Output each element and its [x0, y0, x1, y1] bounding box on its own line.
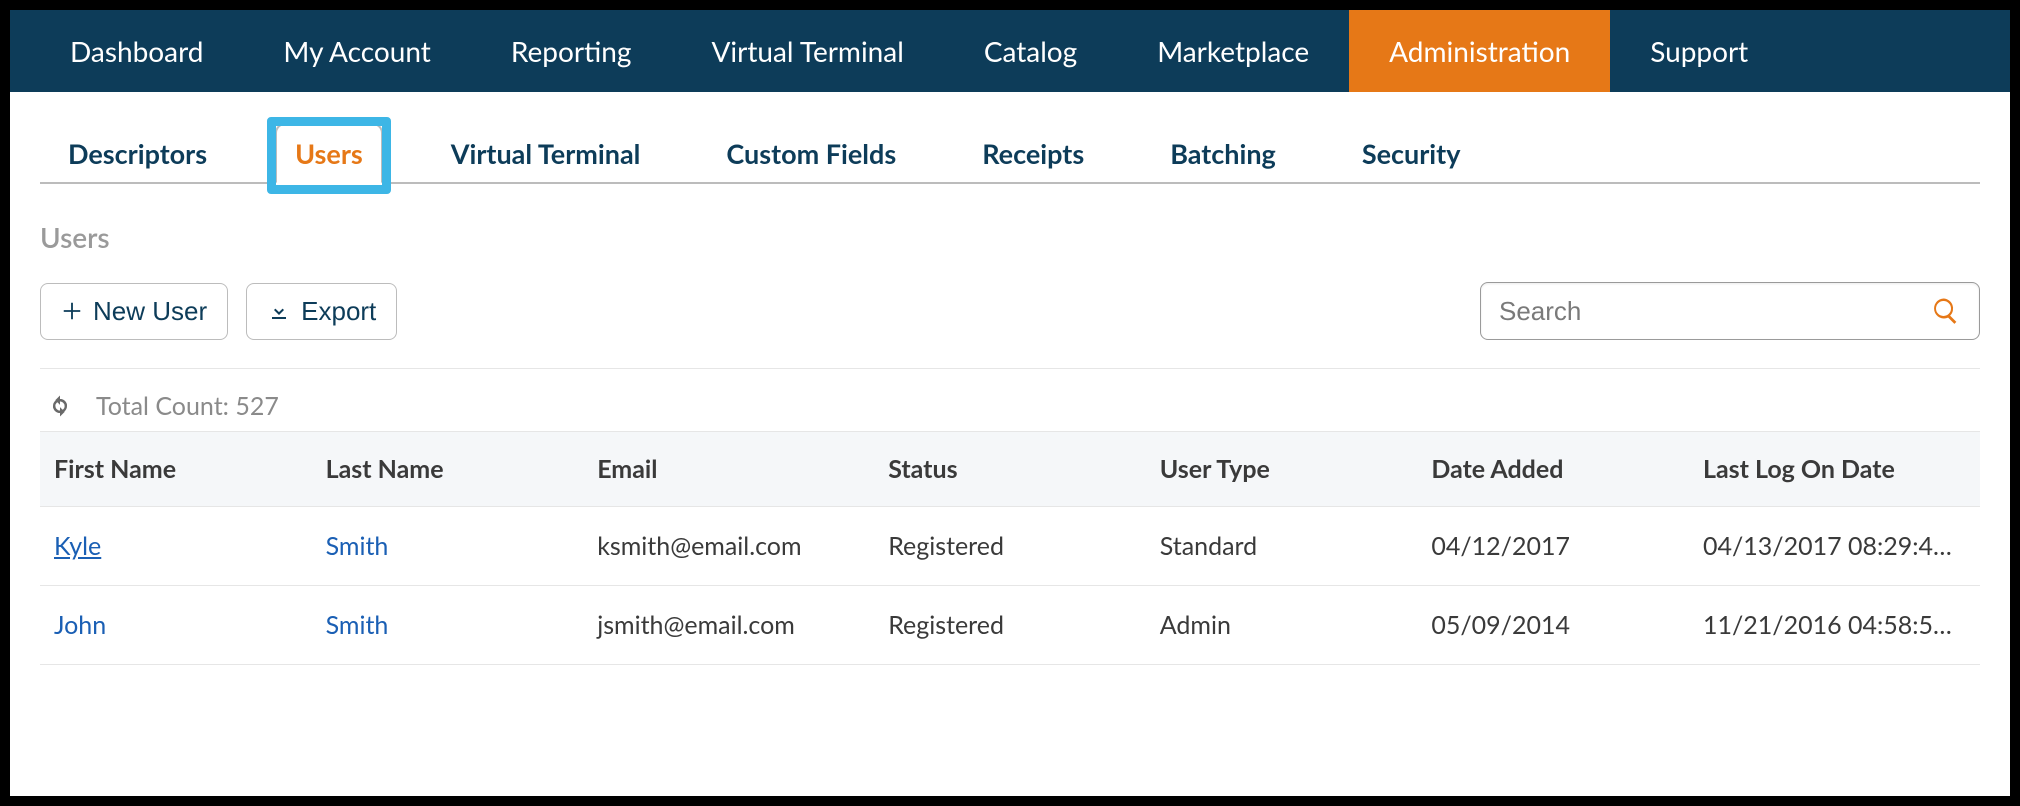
- cell-last-logon: 11/21/2016 04:58:5…: [1689, 586, 1980, 665]
- cell-last-name: Smith: [312, 586, 584, 665]
- refresh-icon[interactable]: [46, 392, 74, 420]
- export-label: Export: [301, 296, 376, 327]
- cell-last-logon: 04/13/2017 08:29:4…: [1689, 507, 1980, 586]
- app-window: DashboardMy AccountReportingVirtual Term…: [10, 10, 2010, 796]
- table-header-row: First Name Last Name Email Status User T…: [40, 432, 1980, 507]
- new-user-label: New User: [93, 296, 207, 327]
- search-icon[interactable]: [1931, 296, 1961, 326]
- export-button[interactable]: Export: [246, 283, 397, 340]
- top-nav: DashboardMy AccountReportingVirtual Term…: [10, 10, 2010, 92]
- users-table: First Name Last Name Email Status User T…: [40, 431, 1980, 665]
- col-header-user-type[interactable]: User Type: [1146, 432, 1418, 507]
- topnav-item-dashboard[interactable]: Dashboard: [30, 10, 243, 92]
- new-user-button[interactable]: New User: [40, 283, 228, 340]
- cell-last-name: Smith: [312, 507, 584, 586]
- user-first-name-link[interactable]: John: [54, 610, 106, 640]
- subtab-descriptors[interactable]: Descriptors: [50, 125, 225, 182]
- topnav-item-catalog[interactable]: Catalog: [944, 10, 1117, 92]
- topnav-item-my-account[interactable]: My Account: [243, 10, 470, 92]
- subtab-users[interactable]: Users: [275, 123, 383, 184]
- table-row: Kyle Smith ksmith@email.comRegisteredStand…: [40, 507, 1980, 586]
- user-last-name-link[interactable]: Smith: [326, 531, 389, 561]
- subtab-receipts[interactable]: Receipts: [964, 125, 1102, 182]
- download-icon: [267, 299, 291, 323]
- topnav-item-administration[interactable]: Administration: [1349, 10, 1610, 92]
- cell-first-name: John: [40, 586, 312, 665]
- toolbar-left: New User Export: [40, 283, 397, 340]
- subtab-virtual-terminal[interactable]: Virtual Terminal: [433, 125, 659, 182]
- user-first-name-link[interactable]: Kyle: [54, 531, 101, 561]
- subtab-security[interactable]: Security: [1344, 125, 1479, 182]
- table-row: John Smith jsmith@email.comRegisteredAdmin…: [40, 586, 1980, 665]
- total-count-text: Total Count: 527: [96, 391, 279, 421]
- user-last-name-link[interactable]: Smith: [326, 610, 389, 640]
- cell-date-added: 05/09/2014: [1417, 586, 1689, 665]
- col-header-status[interactable]: Status: [874, 432, 1146, 507]
- topnav-item-marketplace[interactable]: Marketplace: [1117, 10, 1349, 92]
- col-header-date-added[interactable]: Date Added: [1417, 432, 1689, 507]
- cell-status: Registered: [874, 586, 1146, 665]
- toolbar: New User Export: [40, 282, 1980, 369]
- cell-date-added: 04/12/2017: [1417, 507, 1689, 586]
- col-header-last-logon[interactable]: Last Log On Date: [1689, 432, 1980, 507]
- topnav-item-reporting[interactable]: Reporting: [471, 10, 672, 92]
- topnav-item-virtual-terminal[interactable]: Virtual Terminal: [671, 10, 943, 92]
- subtab-custom-fields[interactable]: Custom Fields: [708, 125, 914, 182]
- subtabs: Descriptors Users Virtual Terminal Custom F…: [40, 92, 1980, 184]
- total-count-label: Total Count:: [96, 391, 229, 421]
- col-header-last-name[interactable]: Last Name: [312, 432, 584, 507]
- col-header-email[interactable]: Email: [583, 432, 874, 507]
- total-count-value: 527: [235, 391, 279, 421]
- count-row: Total Count: 527: [40, 369, 1980, 431]
- cell-email: ksmith@email.com: [583, 507, 874, 586]
- highlight-box: [267, 117, 391, 194]
- cell-email: jsmith@email.com: [583, 586, 874, 665]
- page-title: Users: [40, 220, 1980, 254]
- col-header-first-name[interactable]: First Name: [40, 432, 312, 507]
- topnav-item-support[interactable]: Support: [1610, 10, 1788, 92]
- search-input[interactable]: [1499, 296, 1931, 327]
- cell-status: Registered: [874, 507, 1146, 586]
- cell-user-type: Standard: [1146, 507, 1418, 586]
- content-area: Users New User Export: [10, 184, 2010, 796]
- search-box[interactable]: [1480, 282, 1980, 340]
- subtabs-container: Descriptors Users Virtual Terminal Custom F…: [10, 92, 2010, 184]
- cell-user-type: Admin: [1146, 586, 1418, 665]
- plus-icon: [61, 300, 83, 322]
- subtab-batching[interactable]: Batching: [1152, 125, 1294, 182]
- cell-first-name: Kyle: [40, 507, 312, 586]
